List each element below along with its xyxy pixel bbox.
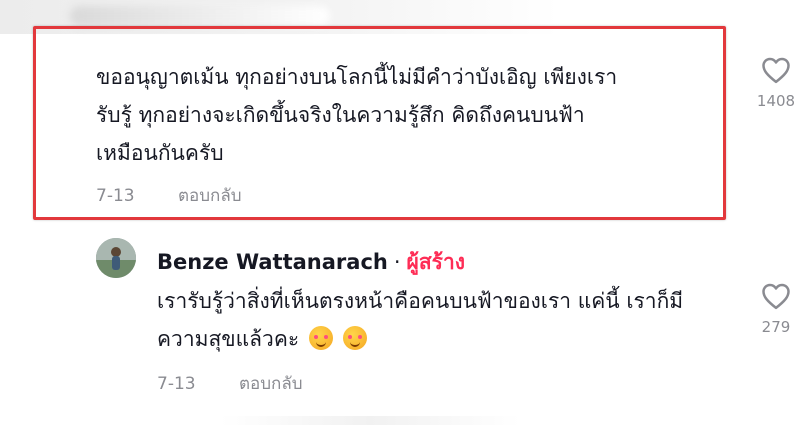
comment-like-count: 1408 <box>756 92 796 110</box>
heart-icon <box>762 57 790 84</box>
reply-text: เรารับรู้ว่าสิ่งที่เห็นตรงหน้าคือคนบนฟ้า… <box>157 282 727 358</box>
creator-badge: ผู้สร้าง <box>406 250 465 274</box>
smiling-face-with-hearts-icon <box>309 326 334 350</box>
reply-text-content: เรารับรู้ว่าสิ่งที่เห็นตรงหน้าคือคนบนฟ้า… <box>157 289 684 351</box>
comment-date: 7-13 <box>96 186 135 206</box>
cropped-next-item <box>220 416 520 425</box>
reply-date: 7-13 <box>157 374 196 394</box>
blurred-text <box>70 6 330 26</box>
avatar[interactable] <box>96 238 136 278</box>
comment-text: ขออนุญาตเม้น ทุกอย่างบนโลกนี้ไม่มีคำว่าบ… <box>96 65 618 165</box>
comment-meta: 7-13 ตอบกลับ <box>96 182 242 209</box>
avatar-photo <box>96 238 136 278</box>
reply-like-button[interactable]: 279 <box>746 282 800 336</box>
comment-like-button[interactable]: 1408 <box>746 56 800 110</box>
separator-dot: · <box>393 250 401 274</box>
reply-reply-button[interactable]: ตอบกลับ <box>239 374 303 394</box>
comment-reply-button[interactable]: ตอบกลับ <box>178 186 242 206</box>
reply-header: Benze Wattanarach · ผู้สร้าง <box>157 246 465 279</box>
heart-icon <box>762 283 790 310</box>
smiling-face-with-hearts-icon <box>343 326 368 350</box>
reply-author-name[interactable]: Benze Wattanarach <box>157 250 388 274</box>
reply-like-count: 279 <box>761 318 791 336</box>
reply-meta: 7-13 ตอบกลับ <box>157 370 303 397</box>
